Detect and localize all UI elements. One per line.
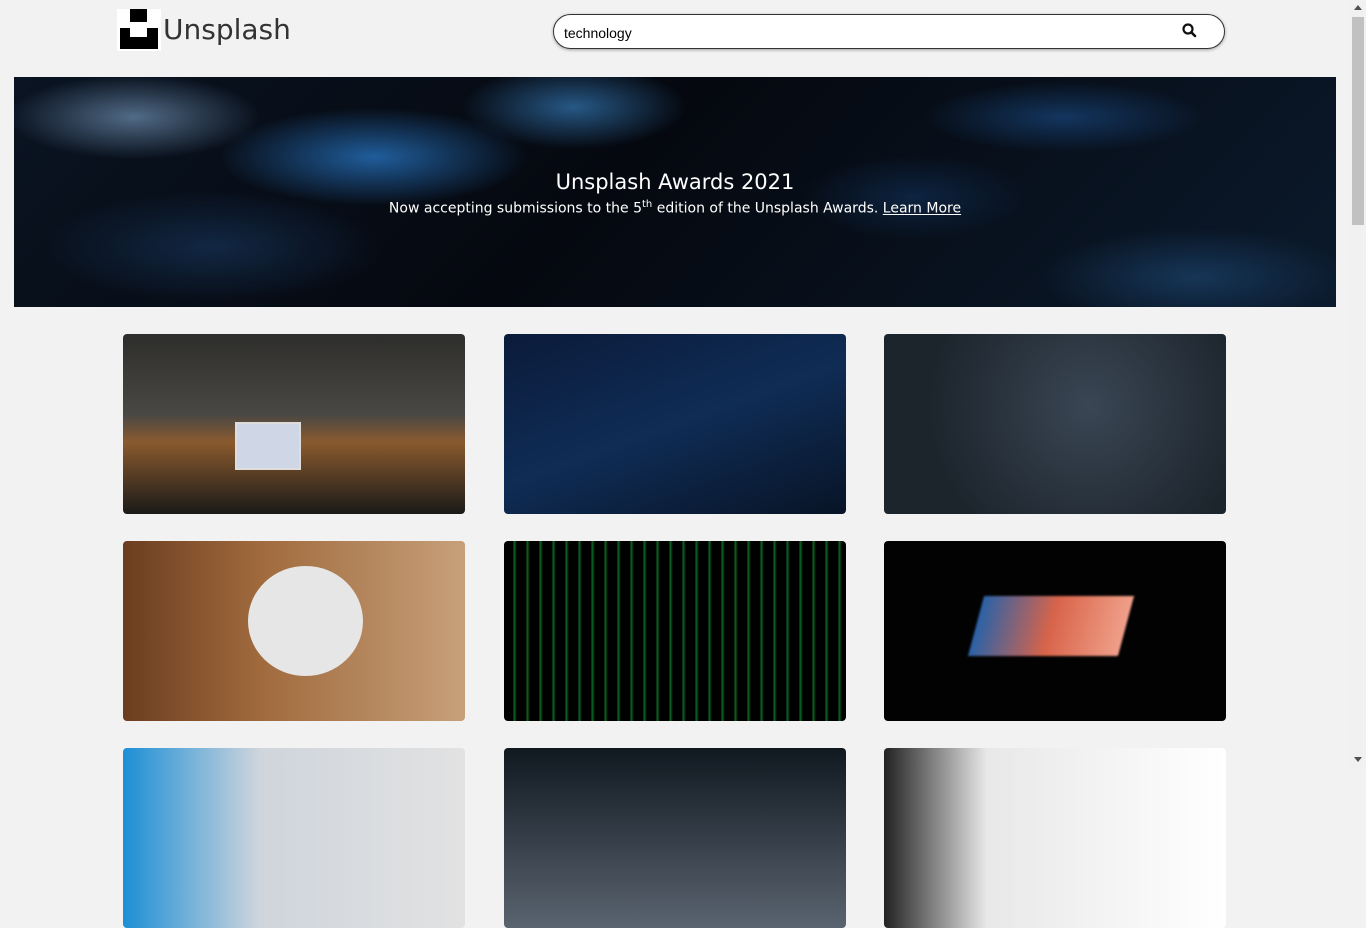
search-icon[interactable] <box>1180 21 1200 41</box>
scrollbar[interactable] <box>1350 0 1366 768</box>
scroll-down-icon[interactable] <box>1354 757 1362 762</box>
scroll-thumb[interactable] <box>1352 17 1364 225</box>
photo-card[interactable] <box>123 541 465 721</box>
photo-card[interactable] <box>504 541 846 721</box>
photo-card[interactable] <box>504 334 846 514</box>
learn-more-link[interactable]: Learn More <box>883 201 961 217</box>
awards-banner: Unsplash Awards 2021 Now accepting submi… <box>14 77 1336 307</box>
search-input[interactable] <box>562 21 1166 45</box>
photo-card[interactable] <box>884 748 1226 928</box>
banner-subtitle: Now accepting submissions to the 5th edi… <box>388 199 962 217</box>
photo-card[interactable] <box>884 541 1226 721</box>
logo[interactable]: Unsplash <box>117 9 291 51</box>
header: Unsplash <box>0 0 1350 62</box>
photo-card[interactable] <box>884 334 1226 514</box>
banner-title: Unsplash Awards 2021 <box>555 170 795 194</box>
photo-card[interactable] <box>123 748 465 928</box>
brand-name: Unsplash <box>163 13 291 46</box>
unsplash-logo-icon <box>117 9 161 51</box>
scroll-up-icon[interactable] <box>1354 5 1362 10</box>
photo-card[interactable] <box>504 748 846 928</box>
search-bar <box>553 14 1225 49</box>
photo-card[interactable] <box>123 334 465 514</box>
